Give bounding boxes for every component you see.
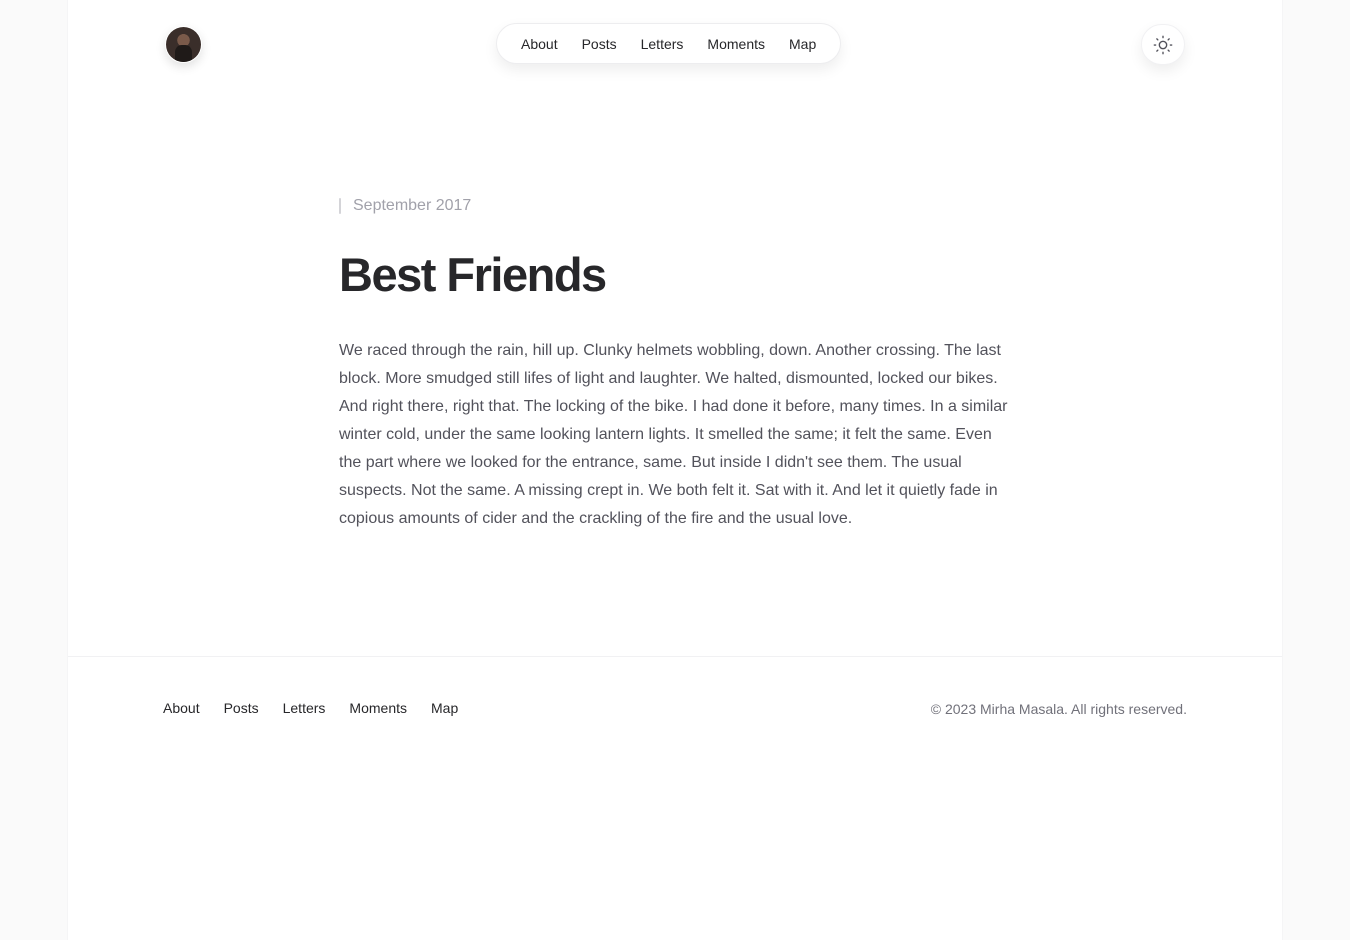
date-divider (339, 198, 341, 214)
article-date-text: September 2017 (353, 197, 472, 214)
footer-moments-link[interactable]: Moments (349, 700, 407, 716)
footer-map-link[interactable]: Map (431, 700, 458, 716)
copyright-text: © 2023 Mirha Masala. All rights reserved… (930, 701, 1187, 717)
nav-map-link[interactable]: Map (789, 36, 816, 52)
nav-moments-link[interactable]: Moments (707, 36, 765, 52)
article-title: Best Friends (339, 248, 607, 301)
nav-letters-link[interactable]: Letters (641, 36, 684, 52)
theme-toggle-button[interactable] (1141, 24, 1185, 65)
avatar-photo (166, 27, 201, 62)
article: September 2017 Best Friends We raced thr… (339, 195, 1009, 533)
footer-posts-link[interactable]: Posts (224, 700, 259, 716)
footer-about-link[interactable]: About (163, 700, 200, 716)
nav-about-link[interactable]: About (521, 36, 558, 52)
footer: About Posts Letters Moments Map © 2023 M… (68, 656, 1282, 717)
nav-posts-link[interactable]: Posts (582, 36, 617, 52)
article-date: September 2017 (339, 195, 1009, 217)
footer-letters-link[interactable]: Letters (283, 700, 326, 716)
sun-icon (1153, 35, 1173, 54)
footer-nav: About Posts Letters Moments Map (163, 700, 458, 716)
article-body: We raced through the rain, hill up. Clun… (339, 342, 1008, 527)
header-nav: About Posts Letters Moments Map (496, 23, 842, 64)
page-container: About Posts Letters Moments Map Septembe… (68, 0, 1282, 940)
avatar[interactable] (165, 26, 202, 63)
